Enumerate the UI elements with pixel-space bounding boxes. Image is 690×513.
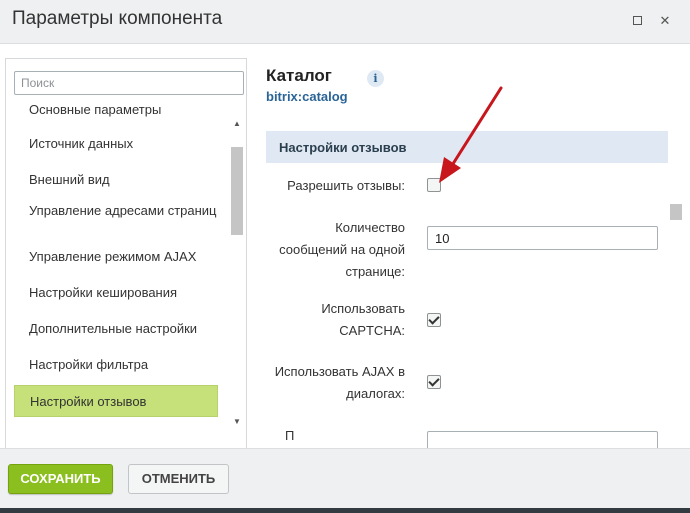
sidebar-item-reviews[interactable]: Настройки отзывов xyxy=(14,385,218,417)
close-icon[interactable]: ✕ xyxy=(656,12,674,30)
sidebar: Основные параметры Источник данных Внешн… xyxy=(5,58,247,478)
sidebar-item-url-management[interactable]: Управление адресами страниц xyxy=(14,203,218,218)
cut-off-input[interactable] xyxy=(427,431,658,448)
scroll-up-icon[interactable]: ▲ xyxy=(233,119,241,128)
dialog-title: Параметры компонента xyxy=(12,8,223,29)
sidebar-scrollbar[interactable]: ▲ ▼ xyxy=(230,117,244,437)
scroll-down-icon[interactable]: ▼ xyxy=(233,417,241,426)
annotation-arrow-icon xyxy=(439,86,503,183)
dialog-footer: СОХРАНИТЬ ОТМЕНИТЬ xyxy=(0,448,690,508)
sidebar-item-ajax[interactable]: Управление режимом AJAX xyxy=(14,249,218,264)
sidebar-item-cache[interactable]: Настройки кеширования xyxy=(14,285,218,300)
sidebar-nav: Основные параметры Источник данных Внешн… xyxy=(14,102,230,432)
dialog-content: Основные параметры Источник данных Внешн… xyxy=(0,45,690,478)
main-scroll-thumb[interactable] xyxy=(670,204,682,220)
save-button[interactable]: СОХРАНИТЬ xyxy=(8,464,113,494)
dialog-titlebar: Параметры компонента ✕ xyxy=(0,0,690,44)
sidebar-item-basic[interactable]: Основные параметры xyxy=(14,102,218,117)
component-code: bitrix:catalog xyxy=(266,89,348,104)
allow-reviews-label: Разрешить отзывы: xyxy=(287,178,405,193)
ajax-dialogs-label: Использовать AJAX в диалогах: xyxy=(274,364,405,401)
sidebar-scroll-thumb[interactable] xyxy=(231,147,243,235)
captcha-label: Использовать CAPTCHA: xyxy=(321,301,405,338)
sidebar-item-data-source[interactable]: Источник данных xyxy=(14,136,218,151)
ajax-dialogs-checkbox[interactable] xyxy=(427,375,441,389)
sidebar-item-appearance[interactable]: Внешний вид xyxy=(14,172,218,187)
cancel-button[interactable]: ОТМЕНИТЬ xyxy=(128,464,229,494)
info-icon[interactable]: i xyxy=(367,70,384,87)
settings-panel: Каталог i bitrix:catalog Настройки отзыв… xyxy=(255,45,690,448)
search-input[interactable] xyxy=(14,71,244,95)
messages-per-page-label: Количество сообщений на одной странице: xyxy=(279,220,405,279)
bottom-bar xyxy=(0,508,690,513)
main-scrollbar[interactable] xyxy=(669,165,683,435)
cut-off-label: П xyxy=(285,428,295,443)
sidebar-item-filter[interactable]: Настройки фильтра xyxy=(14,357,218,372)
component-name: Каталог xyxy=(266,66,332,85)
maximize-icon[interactable] xyxy=(628,12,646,30)
messages-per-page-input[interactable] xyxy=(427,226,658,250)
captcha-checkbox[interactable] xyxy=(427,313,441,327)
sidebar-item-additional[interactable]: Дополнительные настройки xyxy=(14,321,218,336)
